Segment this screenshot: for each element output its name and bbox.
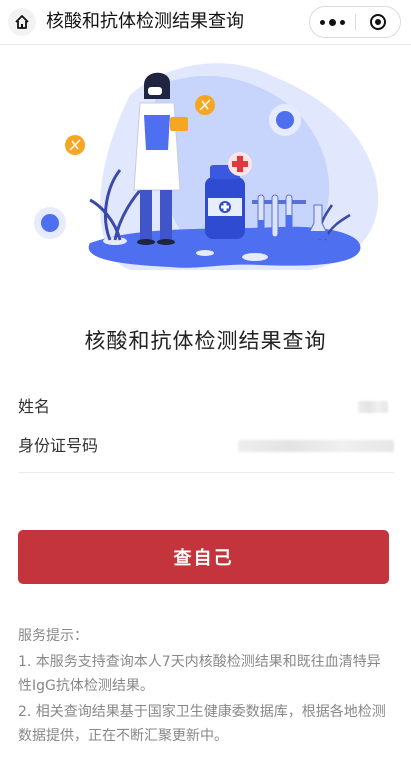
page-title: 核酸和抗体检测结果查询 bbox=[84, 329, 327, 353]
close-button[interactable] bbox=[355, 7, 400, 37]
nav-bar: 核酸和抗体检测结果查询 bbox=[0, 0, 411, 45]
nav-title: 核酸和抗体检测结果查询 bbox=[46, 11, 244, 32]
more-button[interactable] bbox=[310, 7, 355, 37]
id-number-value-redacted bbox=[238, 440, 394, 452]
name-field[interactable]: 姓名 bbox=[18, 392, 394, 422]
id-number-label: 身份证号码 bbox=[18, 436, 99, 455]
name-label: 姓名 bbox=[18, 397, 51, 416]
service-tips: 服务提示： 1. 本服务支持查询本人7天内核酸检测结果和既往血清特异性IgG抗体… bbox=[18, 624, 394, 750]
id-number-field[interactable]: 身份证号码 bbox=[18, 431, 394, 461]
form-divider bbox=[18, 472, 394, 473]
tip-item: 1. 本服务支持查询本人7天内核酸检测结果和既往血清特异性IgG抗体检测结果。 bbox=[18, 654, 381, 694]
home-button[interactable] bbox=[8, 8, 36, 36]
home-icon bbox=[15, 15, 29, 29]
tip-item: 2. 相关查询结果基于国家卫生健康委数据库，根据各地检测数据提供，正在不断汇聚更… bbox=[18, 704, 386, 744]
name-value-redacted bbox=[358, 401, 388, 413]
mini-program-capsule bbox=[309, 6, 401, 38]
more-dots-icon bbox=[320, 19, 325, 25]
close-circle-icon bbox=[369, 14, 386, 30]
tips-title: 服务提示： bbox=[18, 628, 88, 644]
doctor-lab-illustration bbox=[34, 63, 379, 270]
query-self-button[interactable]: 查自己 bbox=[18, 530, 389, 584]
